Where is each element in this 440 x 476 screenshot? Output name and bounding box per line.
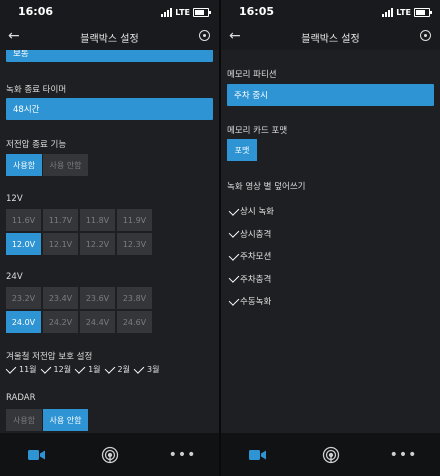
month-checkbox[interactable]: 11월 bbox=[5, 363, 37, 375]
check-icon bbox=[40, 363, 51, 374]
battery-icon bbox=[414, 7, 432, 17]
bottom-nav: ••• bbox=[221, 433, 440, 476]
rec-timer-select[interactable]: 48시간 bbox=[6, 98, 213, 120]
app-header: ← 블랙박스 설정 bbox=[0, 24, 219, 50]
v12-option[interactable]: 12.2V bbox=[80, 233, 115, 255]
format-label: 메모리 카드 포맷 bbox=[227, 126, 288, 136]
radar-label: RADAR bbox=[6, 393, 36, 403]
overwrite-checkbox[interactable]: 상시충격 bbox=[228, 223, 274, 246]
network-type: LTE bbox=[396, 7, 411, 17]
v12-option[interactable]: 11.8V bbox=[80, 209, 115, 231]
video-camera-icon bbox=[27, 449, 45, 460]
rec-timer-label: 녹화 종료 타이머 bbox=[6, 85, 67, 95]
format-button[interactable]: 포맷 bbox=[227, 139, 257, 161]
v24-option-selected[interactable]: 24.0V bbox=[6, 311, 41, 333]
v12-option[interactable]: 12.1V bbox=[43, 233, 78, 255]
v12-option[interactable]: 11.7V bbox=[43, 209, 78, 231]
v12-option[interactable]: 11.9V bbox=[117, 209, 152, 231]
status-icons: LTE bbox=[382, 6, 432, 18]
check-icon bbox=[228, 294, 240, 306]
v24-option[interactable]: 23.2V bbox=[6, 287, 41, 309]
check-icon bbox=[5, 363, 17, 374]
more-icon: ••• bbox=[168, 446, 197, 463]
partition-select[interactable]: 주차 중시 bbox=[227, 84, 434, 106]
status-icons: LTE bbox=[161, 6, 211, 18]
broadcast-icon bbox=[101, 446, 118, 463]
check-icon bbox=[228, 204, 240, 216]
video-camera-icon bbox=[248, 449, 266, 460]
overwrite-checkbox[interactable]: 상시 녹화 bbox=[228, 200, 274, 223]
status-bar: 16:06 LTE bbox=[0, 0, 219, 24]
left-phone-screen: 16:06 LTE ← 블랙박스 설정 보통 녹화 종료 타이머 48시간 저전… bbox=[0, 0, 219, 476]
v12-option[interactable]: 12.3V bbox=[117, 233, 152, 255]
check-icon bbox=[228, 249, 240, 261]
partition-label: 메모리 파티션 bbox=[227, 70, 277, 80]
signal-icon bbox=[382, 7, 394, 17]
month-checkbox[interactable]: 3월 bbox=[133, 363, 159, 375]
v24-grid: 23.2V 23.4V 23.6V 23.8V 24.0V 24.2V 24.4… bbox=[6, 287, 154, 333]
settings-content: 메모리 파티션 주차 중시 메모리 카드 포맷 포맷 녹화 영상 별 덮어쓰기 … bbox=[221, 50, 440, 433]
v24-option[interactable]: 24.2V bbox=[43, 311, 78, 333]
low-voltage-off-button[interactable]: 사용 안함 bbox=[43, 154, 88, 176]
nav-camera[interactable] bbox=[0, 433, 73, 476]
check-icon bbox=[228, 227, 240, 239]
radar-off-button[interactable]: 사용 안함 bbox=[43, 409, 88, 431]
radar-on-button[interactable]: 사용함 bbox=[6, 409, 42, 431]
nav-camera[interactable] bbox=[221, 433, 294, 476]
settings-content: 보통 녹화 종료 타이머 48시간 저전압 종료 기능 사용함 사용 안함 12… bbox=[0, 50, 219, 433]
v12-option[interactable]: 11.6V bbox=[6, 209, 41, 231]
month-checkbox[interactable]: 1월 bbox=[74, 363, 101, 375]
winter-label: 겨울철 저전압 보호 설정 bbox=[6, 352, 93, 362]
overwrite-checkbox[interactable]: 수동녹화 bbox=[228, 290, 274, 313]
month-checkbox[interactable]: 12월 bbox=[40, 363, 71, 375]
status-time: 16:05 bbox=[239, 5, 275, 18]
month-checkbox[interactable]: 2월 bbox=[104, 363, 130, 375]
check-icon bbox=[74, 363, 86, 374]
check-icon bbox=[133, 363, 145, 374]
v24-option[interactable]: 24.4V bbox=[80, 311, 115, 333]
v24-option[interactable]: 23.8V bbox=[117, 287, 152, 309]
broadcast-icon bbox=[322, 446, 339, 463]
v12-label: 12V bbox=[6, 194, 23, 204]
sensitivity-select[interactable]: 보통 bbox=[6, 50, 213, 62]
help-icon[interactable] bbox=[199, 30, 210, 41]
app-header: ← 블랙박스 설정 bbox=[221, 24, 440, 50]
v12-grid: 11.6V 11.7V 11.8V 11.9V 12.0V 12.1V 12.2… bbox=[6, 209, 154, 255]
signal-icon bbox=[161, 7, 173, 17]
winter-months: 11월 12월 1월 2월 3월 bbox=[5, 363, 159, 375]
overwrite-list: 상시 녹화 상시충격 주차모션 주차충격 수동녹화 bbox=[228, 200, 274, 313]
v12-option-selected[interactable]: 12.0V bbox=[6, 233, 41, 255]
status-time: 16:06 bbox=[18, 5, 54, 18]
v24-option[interactable]: 23.4V bbox=[43, 287, 78, 309]
v24-option[interactable]: 24.6V bbox=[117, 311, 152, 333]
low-voltage-on-button[interactable]: 사용함 bbox=[6, 154, 42, 176]
overwrite-checkbox[interactable]: 주차충격 bbox=[228, 268, 274, 291]
nav-more[interactable]: ••• bbox=[146, 433, 219, 476]
v24-label: 24V bbox=[6, 272, 23, 282]
bottom-nav: ••• bbox=[0, 433, 219, 476]
page-title: 블랙박스 설정 bbox=[301, 34, 360, 45]
nav-connect[interactable] bbox=[294, 433, 367, 476]
network-type: LTE bbox=[175, 7, 190, 17]
overwrite-checkbox[interactable]: 주차모션 bbox=[228, 245, 274, 268]
low-voltage-label: 저전압 종료 기능 bbox=[6, 140, 67, 150]
more-icon: ••• bbox=[389, 446, 418, 463]
overwrite-label: 녹화 영상 별 덮어쓰기 bbox=[227, 182, 306, 192]
right-phone-screen: 16:05 LTE ← 블랙박스 설정 메모리 파티션 주차 중시 메모리 카드… bbox=[221, 0, 440, 476]
help-icon[interactable] bbox=[420, 30, 431, 41]
check-icon bbox=[228, 272, 240, 284]
battery-icon bbox=[193, 7, 211, 17]
check-icon bbox=[104, 363, 115, 374]
page-title: 블랙박스 설정 bbox=[80, 34, 139, 45]
v24-option[interactable]: 23.6V bbox=[80, 287, 115, 309]
nav-more[interactable]: ••• bbox=[367, 433, 440, 476]
status-bar: 16:05 LTE bbox=[221, 0, 440, 24]
nav-connect[interactable] bbox=[73, 433, 146, 476]
